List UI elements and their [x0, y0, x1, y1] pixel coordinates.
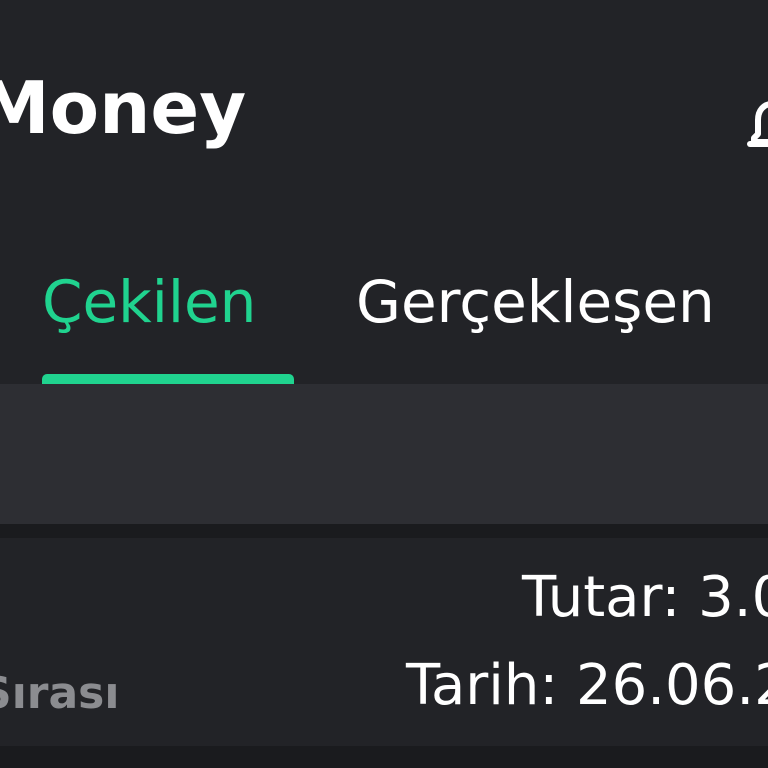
bell-icon	[747, 101, 768, 147]
divider	[0, 524, 768, 538]
transaction-date: Tarih: 26.06.2024	[406, 653, 768, 718]
transaction-card[interactable]: Sırası Tutar: 3.000 Tarih: 26.06.2024	[0, 538, 768, 746]
tab-bar: Çekilen Gerçekleşen	[0, 240, 768, 384]
filter-bar[interactable]	[0, 384, 768, 524]
screen: Money Çekilen Gerçekleşen Sırası Tutar: …	[0, 0, 768, 768]
app-title: Money	[0, 66, 247, 150]
transaction-label: Sırası	[0, 668, 120, 719]
notifications-button[interactable]	[746, 98, 768, 158]
tab-gerceklesen[interactable]: Gerçekleşen	[356, 268, 715, 338]
active-tab-indicator	[42, 374, 294, 384]
divider	[0, 746, 768, 768]
app-header: Money	[0, 0, 768, 240]
transaction-amount: Tutar: 3.000	[522, 565, 768, 630]
tab-cekilen[interactable]: Çekilen	[42, 268, 256, 338]
